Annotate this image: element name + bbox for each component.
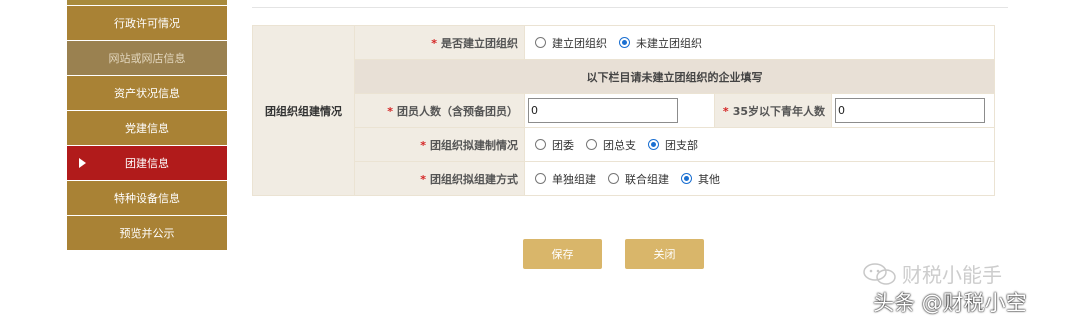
required-mark: * xyxy=(387,104,393,118)
notice-row: 以下栏目请未建立团组织的企业填写 xyxy=(354,59,995,94)
label-text: 团组织拟组建方式 xyxy=(430,172,518,186)
sidebar-item-special-equipment[interactable]: 特种设备信息 xyxy=(67,181,227,215)
radio-plan-committee[interactable] xyxy=(535,139,546,150)
label-establish: * 是否建立团组织 xyxy=(354,25,525,60)
wechat-icon xyxy=(863,262,896,285)
radio-method-other[interactable] xyxy=(681,173,692,184)
method-options: 单独组建 联合组建 其他 xyxy=(524,161,995,196)
save-button[interactable]: 保存 xyxy=(523,239,602,269)
members-input[interactable] xyxy=(528,98,678,123)
radio-label: 其他 xyxy=(698,172,720,186)
label-text: 团组织拟建制情况 xyxy=(430,138,518,152)
radio-method-joint[interactable] xyxy=(608,173,619,184)
plan-options: 团委 团总支 团支部 xyxy=(524,127,995,162)
radio-establish-yes[interactable] xyxy=(535,37,546,48)
label-plan: * 团组织拟建制情况 xyxy=(354,127,525,162)
radio-label: 团委 xyxy=(552,138,574,152)
watermark-top: 财税小能手 xyxy=(862,259,1002,288)
youth-cell xyxy=(831,93,995,128)
label-text: 团员人数（含预备团员） xyxy=(397,104,518,118)
top-divider xyxy=(252,7,1008,8)
sidebar-item-label: 团建信息 xyxy=(125,157,169,170)
sidebar-item-asset-info[interactable]: 资产状况信息 xyxy=(67,76,227,110)
watermark-text: 财税小能手 xyxy=(902,263,1002,287)
radio-label: 单独组建 xyxy=(552,172,596,186)
sidebar-nav: 行政许可情况 网站或网店信息 资产状况信息 党建信息 团建信息 特种设备信息 预… xyxy=(67,0,227,251)
active-arrow-icon xyxy=(79,158,86,168)
close-button[interactable]: 关闭 xyxy=(625,239,704,269)
required-mark: * xyxy=(722,104,729,118)
label-youth: * 35岁以下青年人数 xyxy=(714,93,832,128)
radio-label: 团支部 xyxy=(665,138,698,152)
label-members: * 团员人数（含预备团员） xyxy=(354,93,525,128)
radio-label: 联合组建 xyxy=(625,172,669,186)
group-label: 团组织组建情况 xyxy=(252,25,355,196)
watermark-bottom: 头条 @财税小空 xyxy=(873,291,1027,315)
radio-label: 建立团组织 xyxy=(552,36,607,50)
radio-label: 未建立团组织 xyxy=(636,36,702,50)
radio-label: 团总支 xyxy=(603,138,636,152)
sidebar-item-website-info[interactable]: 网站或网店信息 xyxy=(67,41,227,75)
sidebar-item-admin-permit[interactable]: 行政许可情况 xyxy=(67,6,227,40)
radio-plan-general-branch[interactable] xyxy=(586,139,597,150)
required-mark: * xyxy=(431,36,437,50)
youth-input[interactable] xyxy=(835,98,985,123)
league-form-table: 团组织组建情况 * 是否建立团组织 建立团组织 未建立团组织 以下栏目请未建立团组… xyxy=(252,25,995,196)
sidebar-item-party-info[interactable]: 党建信息 xyxy=(67,111,227,145)
label-text: 是否建立团组织 xyxy=(441,36,518,50)
required-mark: * xyxy=(420,172,426,186)
radio-method-single[interactable] xyxy=(535,173,546,184)
label-method: * 团组织拟组建方式 xyxy=(354,161,525,196)
radio-plan-branch[interactable] xyxy=(648,139,659,150)
label-text: 35岁以下青年人数 xyxy=(732,104,825,118)
members-cell xyxy=(524,93,715,128)
establish-options: 建立团组织 未建立团组织 xyxy=(524,25,995,60)
radio-establish-no[interactable] xyxy=(619,37,630,48)
required-mark: * xyxy=(420,138,426,152)
sidebar-item-league-info[interactable]: 团建信息 xyxy=(67,146,227,180)
sidebar-item-preview-publish[interactable]: 预览并公示 xyxy=(67,216,227,250)
